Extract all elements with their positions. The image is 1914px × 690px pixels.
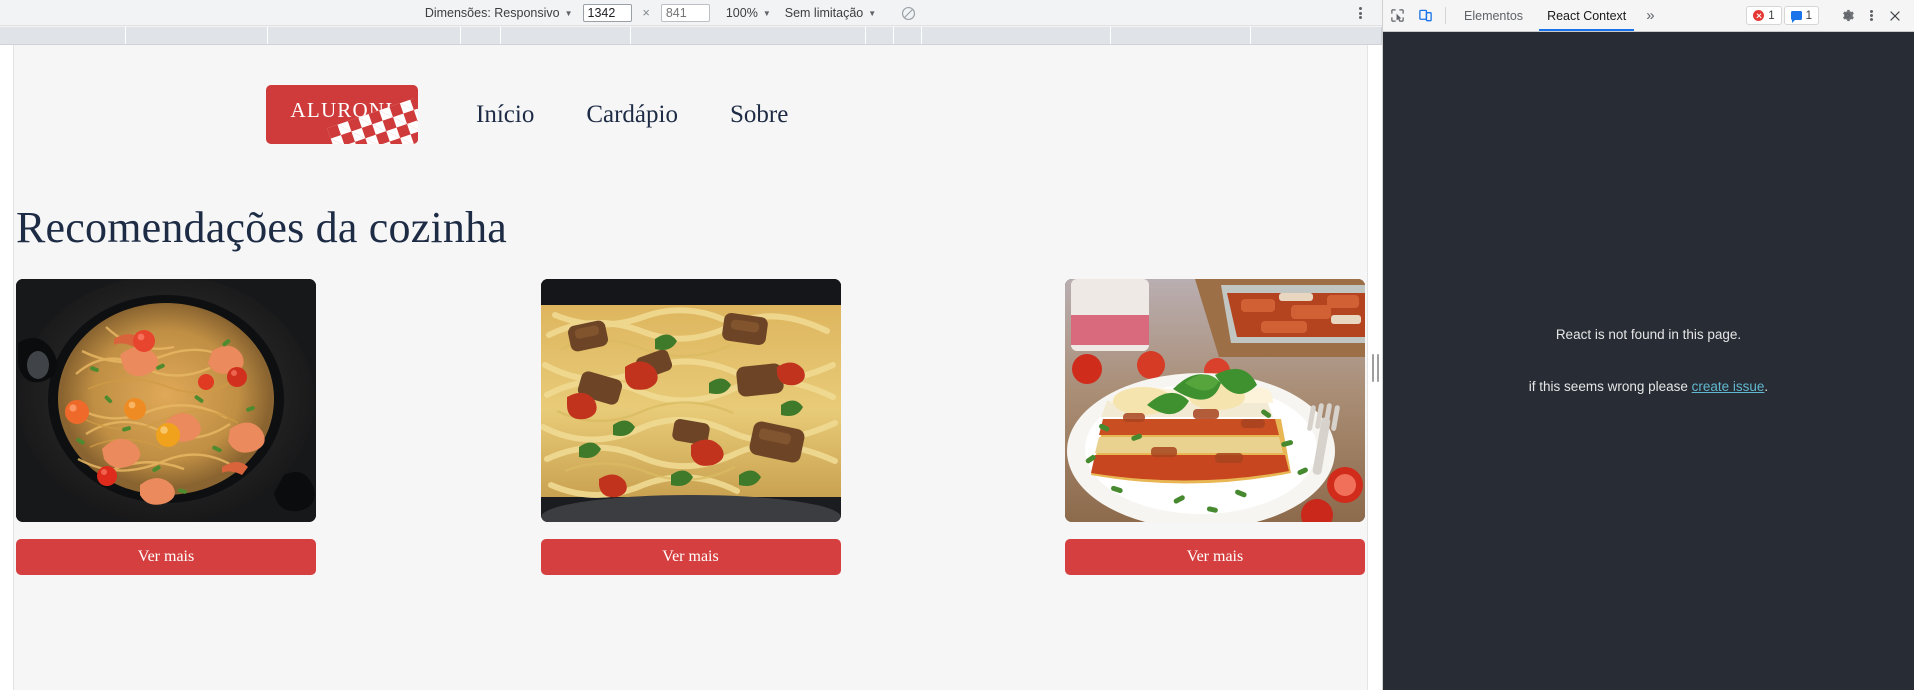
emulated-page: ALURONI Início Cardápio Sobre Recomendaç… <box>13 45 1368 690</box>
nav-link-inicio[interactable]: Início <box>476 101 534 129</box>
devtools-tabbar: Elementos React Context » 1 1 <box>1383 0 1914 32</box>
device-toolbar-kebab-icon[interactable] <box>1350 0 1370 26</box>
tab-react-context[interactable]: React Context <box>1535 0 1638 31</box>
create-issue-line: if this seems wrong please create issue. <box>1529 378 1768 397</box>
dimensions-label: Dimensões: Responsivo <box>424 6 560 20</box>
chevron-down-icon: ▼ <box>564 9 573 18</box>
zoom-dropdown[interactable]: 100% ▼ <box>726 6 771 20</box>
nav-link-sobre[interactable]: Sobre <box>730 101 788 129</box>
nav-link-cardapio[interactable]: Cardápio <box>586 101 678 129</box>
dimensions-dropdown[interactable]: Dimensões: Responsivo ▼ <box>425 6 573 20</box>
device-toolbar: Dimensões: Responsivo ▼ × 100% ▼ Sem lim… <box>0 0 1382 26</box>
react-not-found-message: React is not found in this page. <box>1555 326 1742 342</box>
viewport-ruler[interactable] <box>0 26 1382 45</box>
recommendation-card: Ver mais <box>16 279 316 575</box>
message-count-badge[interactable]: 1 <box>1783 6 1819 25</box>
fettuccine-beef-photo <box>540 279 841 522</box>
viewport-resize-handle[interactable] <box>1368 45 1382 690</box>
site-header: ALURONI Início Cardápio Sobre <box>14 45 1367 144</box>
screen-root: Dimensões: Responsivo ▼ × 100% ▼ Sem lim… <box>0 0 1914 690</box>
gear-icon[interactable] <box>1836 5 1858 27</box>
site-nav: Início Cardápio Sobre <box>476 101 788 129</box>
ver-mais-button[interactable]: Ver mais <box>540 539 841 575</box>
toolbar-divider <box>1445 7 1446 24</box>
lasagna-plate-photo <box>1065 279 1365 522</box>
device-emulation-pane: Dimensões: Responsivo ▼ × 100% ▼ Sem lim… <box>0 0 1382 690</box>
resize-grip-icon <box>1371 353 1379 382</box>
chevron-down-icon: ▼ <box>868 9 877 18</box>
create-issue-suffix: . <box>1764 378 1769 394</box>
devtools-kebab-icon[interactable] <box>1860 5 1882 27</box>
page-title: Recomendações da cozinha <box>16 203 508 252</box>
viewport-width-input[interactable] <box>582 4 632 22</box>
create-issue-link[interactable]: create issue <box>1692 379 1765 394</box>
recommendation-cards: Ver mais Ver mais Ver mais <box>14 253 1367 575</box>
create-issue-prefix: if this seems wrong please <box>1528 378 1692 394</box>
error-count: 1 <box>1768 9 1775 22</box>
emulated-viewport-wrap: ALURONI Início Cardápio Sobre Recomendaç… <box>0 45 1382 690</box>
tab-elementos[interactable]: Elementos <box>1452 0 1535 31</box>
device-toolbar-icon[interactable] <box>1411 0 1439 31</box>
react-context-empty-state: React is not found in this page. if this… <box>1383 32 1914 690</box>
site-content: ALURONI Início Cardápio Sobre Recomendaç… <box>14 45 1367 575</box>
aluroni-logo[interactable]: ALURONI <box>266 85 418 144</box>
devtools-panel: Elementos React Context » 1 1 React is n… <box>1382 0 1914 690</box>
message-count: 1 <box>1805 9 1812 22</box>
shrimp-pasta-photo <box>16 279 316 522</box>
zoom-label: 100% <box>725 6 758 20</box>
times-symbol: × <box>642 6 650 20</box>
throttling-dropdown[interactable]: Sem limitação ▼ <box>785 6 876 20</box>
ver-mais-button[interactable]: Ver mais <box>16 539 316 575</box>
viewport-height-input[interactable] <box>660 4 710 22</box>
throttling-label: Sem limitação <box>784 6 864 20</box>
chevron-down-icon: ▼ <box>762 9 771 18</box>
ver-mais-button[interactable]: Ver mais <box>1065 539 1365 575</box>
error-count-badge[interactable]: 1 <box>1746 6 1782 25</box>
recommendation-card: Ver mais <box>1065 279 1365 575</box>
chevron-double-right-icon[interactable]: » <box>1638 0 1662 31</box>
message-box-icon <box>1790 11 1802 23</box>
close-icon[interactable] <box>1884 5 1906 27</box>
error-circle-icon <box>1753 10 1765 21</box>
inspect-element-icon[interactable] <box>1383 0 1411 31</box>
recommendation-card: Ver mais <box>540 279 841 575</box>
no-throttling-icon[interactable] <box>900 5 917 22</box>
